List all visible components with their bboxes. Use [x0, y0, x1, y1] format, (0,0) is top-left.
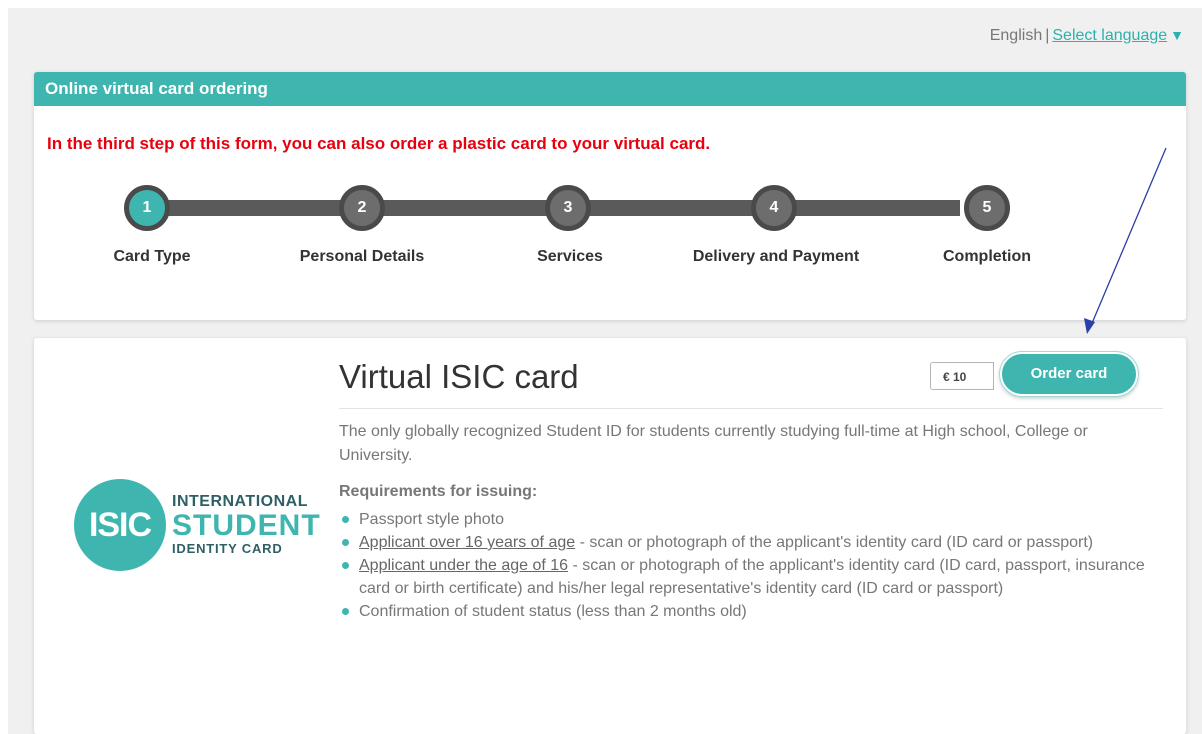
annotation-arrow: [1084, 147, 1167, 334]
